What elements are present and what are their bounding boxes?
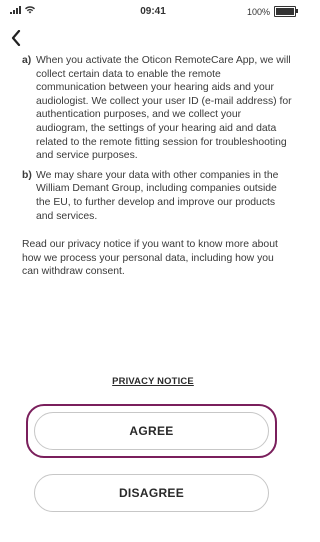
clause-letter: a)	[22, 55, 32, 66]
clause-text: We may share your data with other compan…	[36, 169, 279, 222]
status-right: 100%	[246, 6, 298, 17]
back-button[interactable]	[6, 26, 26, 50]
privacy-notice-link[interactable]: PRIVACY NOTICE	[0, 375, 306, 386]
consent-content: a) When you activate the Oticon RemoteCa…	[22, 54, 292, 279]
consent-clause-b: b) We may share your data with other com…	[22, 169, 292, 223]
clause-text: When you activate the Oticon RemoteCare …	[36, 55, 292, 162]
battery-percentage: 100%	[246, 6, 270, 17]
agree-button[interactable]: AGREE	[34, 412, 269, 450]
consent-clause-a: a) When you activate the Oticon RemoteCa…	[22, 54, 292, 163]
clause-letter: b)	[22, 169, 32, 181]
disagree-button[interactable]: DISAGREE	[34, 474, 269, 512]
privacy-notice-text: Read our privacy notice if you want to k…	[22, 239, 278, 278]
battery-icon	[274, 6, 298, 17]
status-bar: 09:41 100%	[0, 0, 306, 24]
chevron-left-icon	[11, 30, 21, 46]
